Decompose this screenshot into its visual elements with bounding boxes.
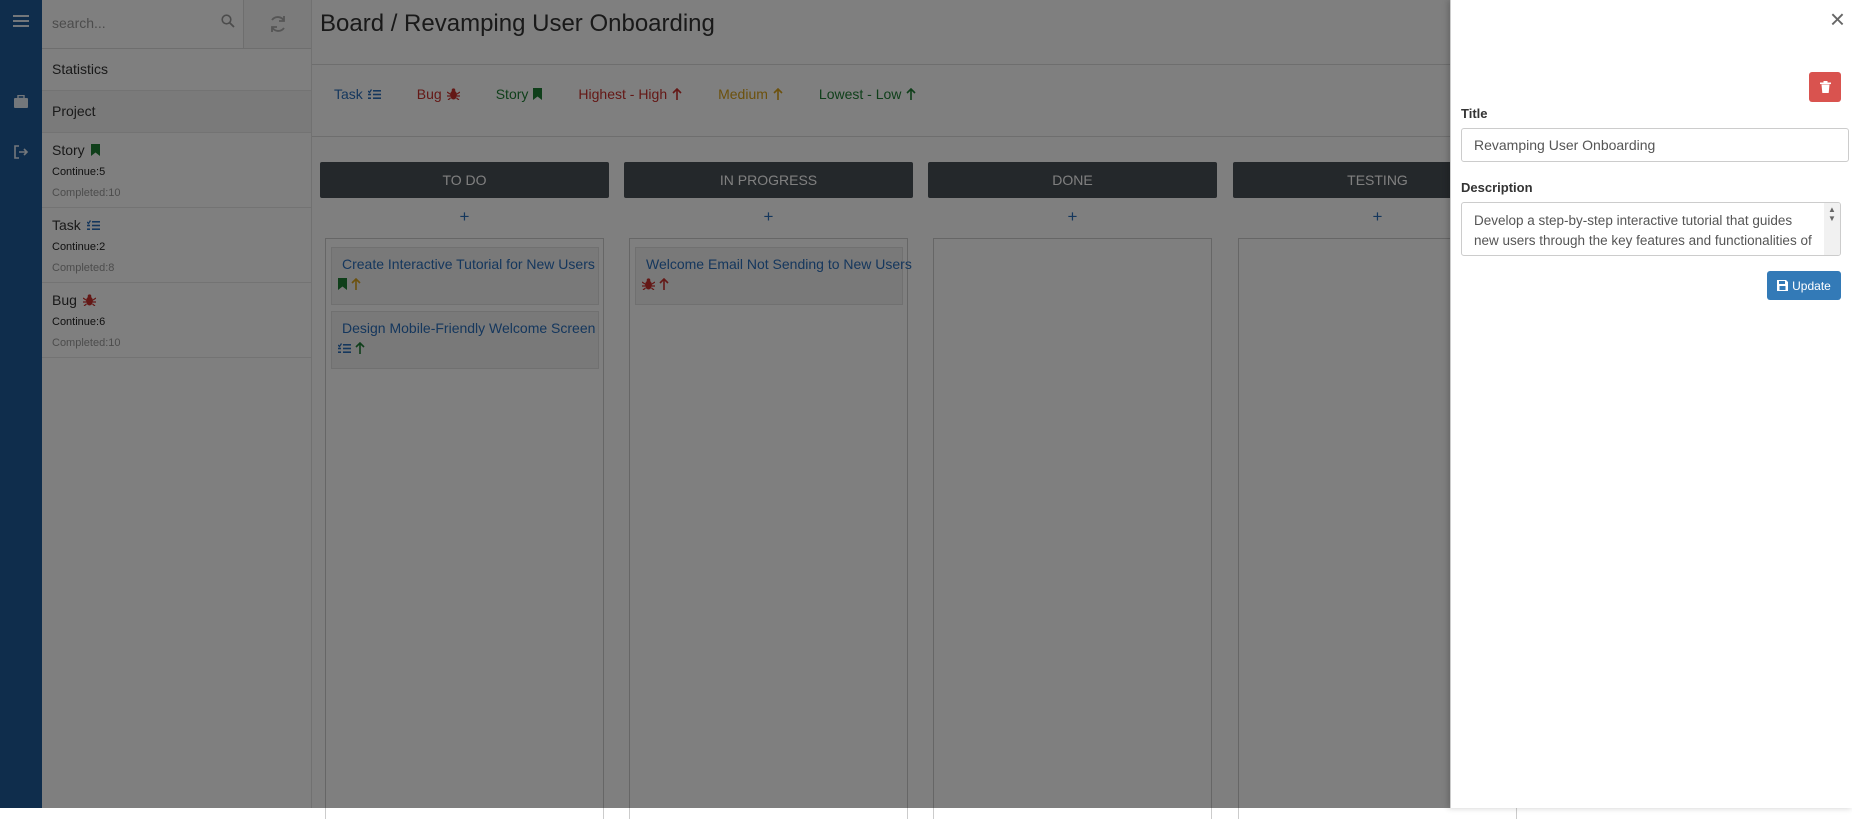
delete-button[interactable] xyxy=(1809,72,1841,102)
update-button[interactable]: Update xyxy=(1767,271,1841,300)
modal-backdrop[interactable] xyxy=(0,0,1450,808)
title-field[interactable] xyxy=(1461,128,1849,162)
title-label: Title xyxy=(1461,106,1488,121)
close-icon[interactable]: × xyxy=(1830,4,1845,35)
description-field[interactable]: Develop a step-by-step interactive tutor… xyxy=(1461,202,1841,256)
update-label: Update xyxy=(1792,278,1831,293)
task-detail-drawer: × Title Description Develop a step-by-st… xyxy=(1450,0,1852,808)
scrollbar[interactable]: ▲ ▼ xyxy=(1824,203,1840,255)
description-label: Description xyxy=(1461,180,1533,195)
scroll-up-icon[interactable]: ▲ xyxy=(1824,205,1840,214)
scroll-down-icon[interactable]: ▼ xyxy=(1824,214,1840,223)
trash-icon xyxy=(1819,81,1831,93)
save-icon xyxy=(1777,280,1789,291)
description-text[interactable]: Develop a step-by-step interactive tutor… xyxy=(1462,203,1840,255)
